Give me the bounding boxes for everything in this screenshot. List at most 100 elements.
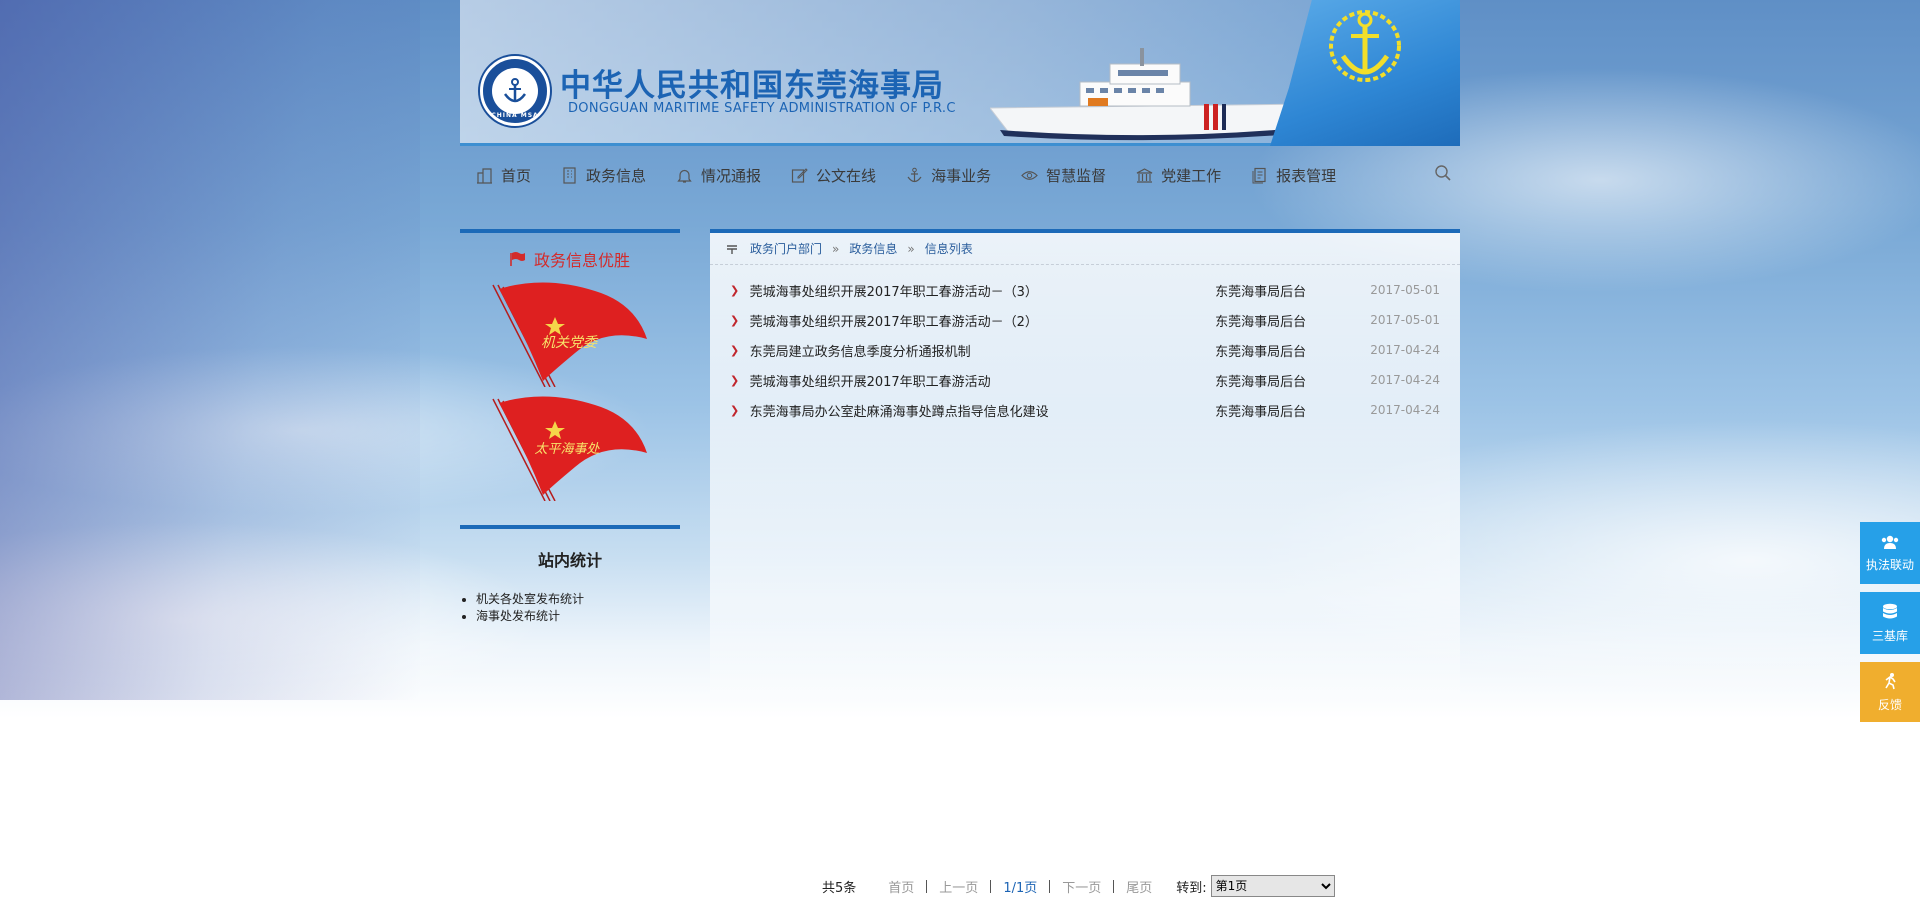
- news-title-link[interactable]: 莞城海事处组织开展2017年职工春游活动－（3）: [750, 281, 1216, 300]
- nav-item-report-management[interactable]: 报表管理: [1251, 152, 1336, 198]
- stats-title: 站内统计: [537, 551, 602, 570]
- nav-item-maritime-business[interactable]: 海事业务: [906, 152, 991, 198]
- enforcement-linkage-button[interactable]: 执法联动: [1860, 522, 1920, 584]
- nav-label: 党建工作: [1161, 166, 1222, 185]
- stats-link-maritime-offices[interactable]: 海事处发布统计: [476, 608, 680, 625]
- pager-goto-label: 转到:: [1176, 880, 1207, 896]
- pager-goto-select[interactable]: 第1页: [1210, 875, 1335, 897]
- red-flag-image-1[interactable]: 机关党委: [485, 277, 655, 387]
- report-icon: [1252, 167, 1266, 183]
- site-title: 中华人民共和国东莞海事局: [560, 68, 944, 104]
- run-icon: [1885, 672, 1896, 689]
- news-source: 东莞海事局后台: [1215, 344, 1307, 360]
- anchor-icon: [503, 78, 527, 103]
- breadcrumb-item[interactable]: 政务门户部门: [750, 240, 822, 257]
- bank-icon: [1136, 167, 1153, 183]
- pager-first-link[interactable]: 首页: [876, 877, 926, 896]
- bell-icon: [677, 169, 692, 183]
- chevron-right-icon: ❯: [730, 373, 740, 387]
- nav-item-government-info[interactable]: 政务信息: [561, 152, 646, 198]
- users-icon: [1881, 535, 1899, 549]
- panel-title: 政务信息优胜: [460, 249, 680, 270]
- site-subtitle-en: DONGGUAN MARITIME SAFETY ADMINISTRATION …: [568, 101, 956, 116]
- pager-next-link[interactable]: 下一页: [1050, 877, 1113, 896]
- breadcrumb-separator: »: [907, 241, 915, 256]
- nav-label: 海事业务: [931, 166, 992, 185]
- side-btn-label: 三基库: [1871, 628, 1908, 643]
- nav-label: 情况通报: [701, 166, 762, 185]
- chevron-right-icon: ❯: [730, 283, 740, 297]
- news-date: 2017-04-24: [1370, 373, 1440, 387]
- pagination: 共5条 首页 上一页 1/1页 下一页 尾页 转到: 第1页: [810, 874, 1335, 898]
- left-sidebar: 政务信息优胜 机关党委 太平海事处 站内统计 机关各处室发布统计 海事处发布统计: [460, 229, 680, 625]
- eye-icon: [1021, 170, 1038, 180]
- news-source: 东莞海事局后台: [1215, 284, 1307, 300]
- news-source: 东莞海事局后台: [1215, 374, 1307, 390]
- news-source: 东莞海事局后台: [1215, 314, 1307, 330]
- flag-icon: [510, 252, 525, 266]
- news-title-link[interactable]: 东莞海事局办公室赴麻涌海事处蹲点指导信息化建设: [750, 401, 1216, 420]
- pager-prev-link[interactable]: 上一页: [927, 877, 990, 896]
- panel-title-text: 政务信息优胜: [533, 251, 630, 270]
- nav-item-situation-report[interactable]: 情况通报: [676, 152, 761, 198]
- pager-last-link[interactable]: 尾页: [1114, 877, 1164, 896]
- breadcrumb-item[interactable]: 政务信息: [849, 240, 897, 257]
- logo-text: CHINA MSA: [491, 112, 539, 119]
- nav-label: 智慧监督: [1046, 166, 1107, 185]
- breadcrumb-icon: [727, 244, 737, 254]
- news-row: ❯ 东莞海事局办公室赴麻涌海事处蹲点指导信息化建设 东莞海事局后台 2017-0…: [730, 395, 1440, 425]
- anchor-icon: [907, 167, 922, 182]
- breadcrumb-item[interactable]: 信息列表: [925, 240, 973, 257]
- side-float-toolbar: 执法联动 三基库 反馈: [1860, 522, 1920, 730]
- flag-label-2: 太平海事处: [534, 442, 600, 457]
- nav-item-party-building[interactable]: 党建工作: [1136, 152, 1221, 198]
- chevron-right-icon: ❯: [730, 403, 740, 417]
- side-btn-label: 反馈: [1877, 697, 1902, 712]
- stats-link-departments[interactable]: 机关各处室发布统计: [476, 591, 680, 608]
- news-row: ❯ 东莞局建立政务信息季度分析通报机制 东莞海事局后台 2017-04-24: [730, 335, 1440, 365]
- news-row: ❯ 莞城海事处组织开展2017年职工春游活动－（2） 东莞海事局后台 2017-…: [730, 305, 1440, 335]
- nav-item-home[interactable]: 首页: [476, 152, 531, 198]
- news-date: 2017-04-24: [1370, 403, 1440, 417]
- flag-label-1: 机关党委: [541, 335, 599, 351]
- feedback-button[interactable]: 反馈: [1860, 662, 1920, 722]
- anchor-emblem-icon: [1329, 10, 1401, 82]
- pager-total: 共5条: [822, 880, 857, 896]
- main-content: 政务门户部门 » 政务信息 » 信息列表 ❯ 莞城海事处组织开展2017年职工春…: [710, 229, 1460, 719]
- news-title-link[interactable]: 东莞局建立政务信息季度分析通报机制: [750, 341, 1216, 360]
- nav-search-button[interactable]: [1434, 164, 1452, 186]
- red-flag-image-2[interactable]: 太平海事处: [485, 391, 655, 501]
- news-date: 2017-04-24: [1370, 343, 1440, 357]
- china-msa-logo[interactable]: CHINA MSA: [480, 56, 550, 126]
- news-row: ❯ 莞城海事处组织开展2017年职工春游活动 东莞海事局后台 2017-04-2…: [730, 365, 1440, 395]
- nav-label: 首页: [501, 166, 532, 185]
- nav-label: 政务信息: [586, 166, 647, 185]
- chevron-right-icon: ❯: [730, 343, 740, 357]
- site-header: CHINA MSA 中华人民共和国东莞海事局 DONGGUAN MARITIME…: [460, 0, 1460, 146]
- msa-flag-image: [1270, 0, 1460, 146]
- chevron-right-icon: ❯: [730, 313, 740, 327]
- breadcrumb-separator: »: [832, 241, 840, 256]
- nav-item-smart-supervision[interactable]: 智慧监督: [1021, 152, 1106, 198]
- news-row: ❯ 莞城海事处组织开展2017年职工春游活动－（3） 东莞海事局后台 2017-…: [730, 275, 1440, 305]
- pager-current: 1/1页: [1003, 880, 1038, 896]
- site-stats-panel: 站内统计 机关各处室发布统计 海事处发布统计: [460, 525, 680, 625]
- news-list: ❯ 莞城海事处组织开展2017年职工春游活动－（3） 东莞海事局后台 2017-…: [710, 265, 1460, 425]
- news-title-link[interactable]: 莞城海事处组织开展2017年职工春游活动: [750, 371, 1216, 390]
- news-date: 2017-05-01: [1370, 313, 1440, 327]
- nav-label: 报表管理: [1276, 166, 1337, 185]
- edit-icon: [791, 167, 808, 183]
- main-nav: 首页 政务信息 情况通报 公文在线 海事业务 智慧监督 党建工作 报表管理: [460, 152, 1460, 198]
- news-source: 东莞海事局后台: [1215, 404, 1307, 420]
- nav-label: 公文在线: [816, 166, 877, 185]
- three-base-library-button[interactable]: 三基库: [1860, 592, 1920, 654]
- database-icon: [1883, 603, 1897, 618]
- side-btn-label: 执法联动: [1865, 557, 1914, 572]
- building-icon: [563, 166, 576, 184]
- nav-item-documents-online[interactable]: 公文在线: [791, 152, 876, 198]
- search-icon: [1435, 165, 1451, 181]
- breadcrumb: 政务门户部门 » 政务信息 » 信息列表: [710, 233, 1460, 265]
- news-date: 2017-05-01: [1370, 283, 1440, 297]
- honor-panel: 政务信息优胜 机关党委 太平海事处: [460, 229, 680, 501]
- news-title-link[interactable]: 莞城海事处组织开展2017年职工春游活动－（2）: [750, 311, 1216, 330]
